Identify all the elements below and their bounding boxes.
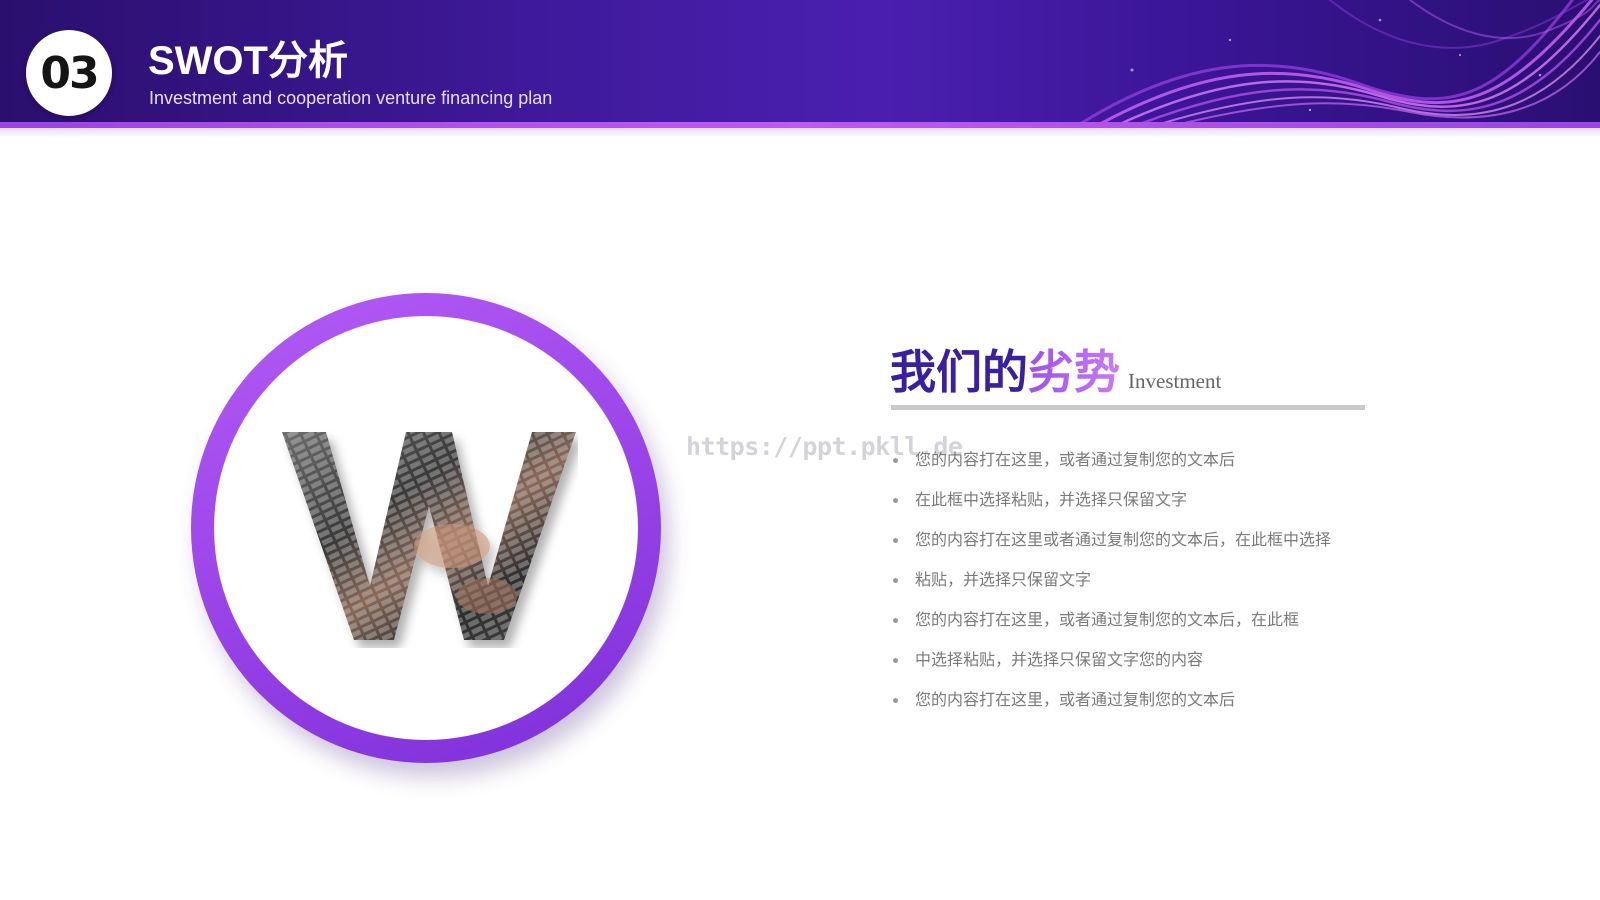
wave-lines-decoration: [1080, 0, 1600, 124]
slide-title: SWOT分析: [148, 39, 348, 83]
header-shadow: [0, 128, 1600, 138]
heading-divider: [891, 405, 1365, 410]
heading-part-2: 劣势: [1028, 346, 1120, 398]
w-letter-photo-graphic: [282, 432, 576, 640]
heading-tag: Investment: [1128, 369, 1222, 393]
list-item: 您的内容打在这里，或者通过复制您的文本后: [893, 448, 1331, 488]
heading-part-1: 我们的: [890, 346, 1028, 398]
bullet-dot-icon: [893, 578, 898, 583]
bullet-dot-icon: [893, 698, 898, 703]
list-item: 您的内容打在这里，或者通过复制您的文本后: [893, 688, 1331, 728]
section-heading: 我们的劣势 Investment: [890, 336, 1221, 402]
bullet-dot-icon: [893, 618, 898, 623]
slide-subtitle: Investment and cooperation venture finan…: [149, 88, 553, 108]
list-item: 粘贴，并选择只保留文字: [893, 568, 1331, 608]
list-item: 您的内容打在这里或者通过复制您的文本后，在此框中选择: [893, 528, 1331, 568]
section-number-badge: 03: [26, 30, 112, 116]
bullet-dot-icon: [893, 498, 898, 503]
list-item: 在此框中选择粘贴，并选择只保留文字: [893, 488, 1331, 528]
list-item: 中选择粘贴，并选择只保留文字您的内容: [893, 648, 1331, 688]
list-item: 您的内容打在这里，或者通过复制您的文本后，在此框: [893, 608, 1331, 648]
bullet-list: 您的内容打在这里，或者通过复制您的文本后 在此框中选择粘贴，并选择只保留文字 您…: [893, 448, 1331, 728]
bullet-dot-icon: [893, 538, 898, 543]
section-number: 03: [40, 47, 99, 99]
bullet-dot-icon: [893, 658, 898, 663]
bullet-dot-icon: [893, 458, 898, 463]
